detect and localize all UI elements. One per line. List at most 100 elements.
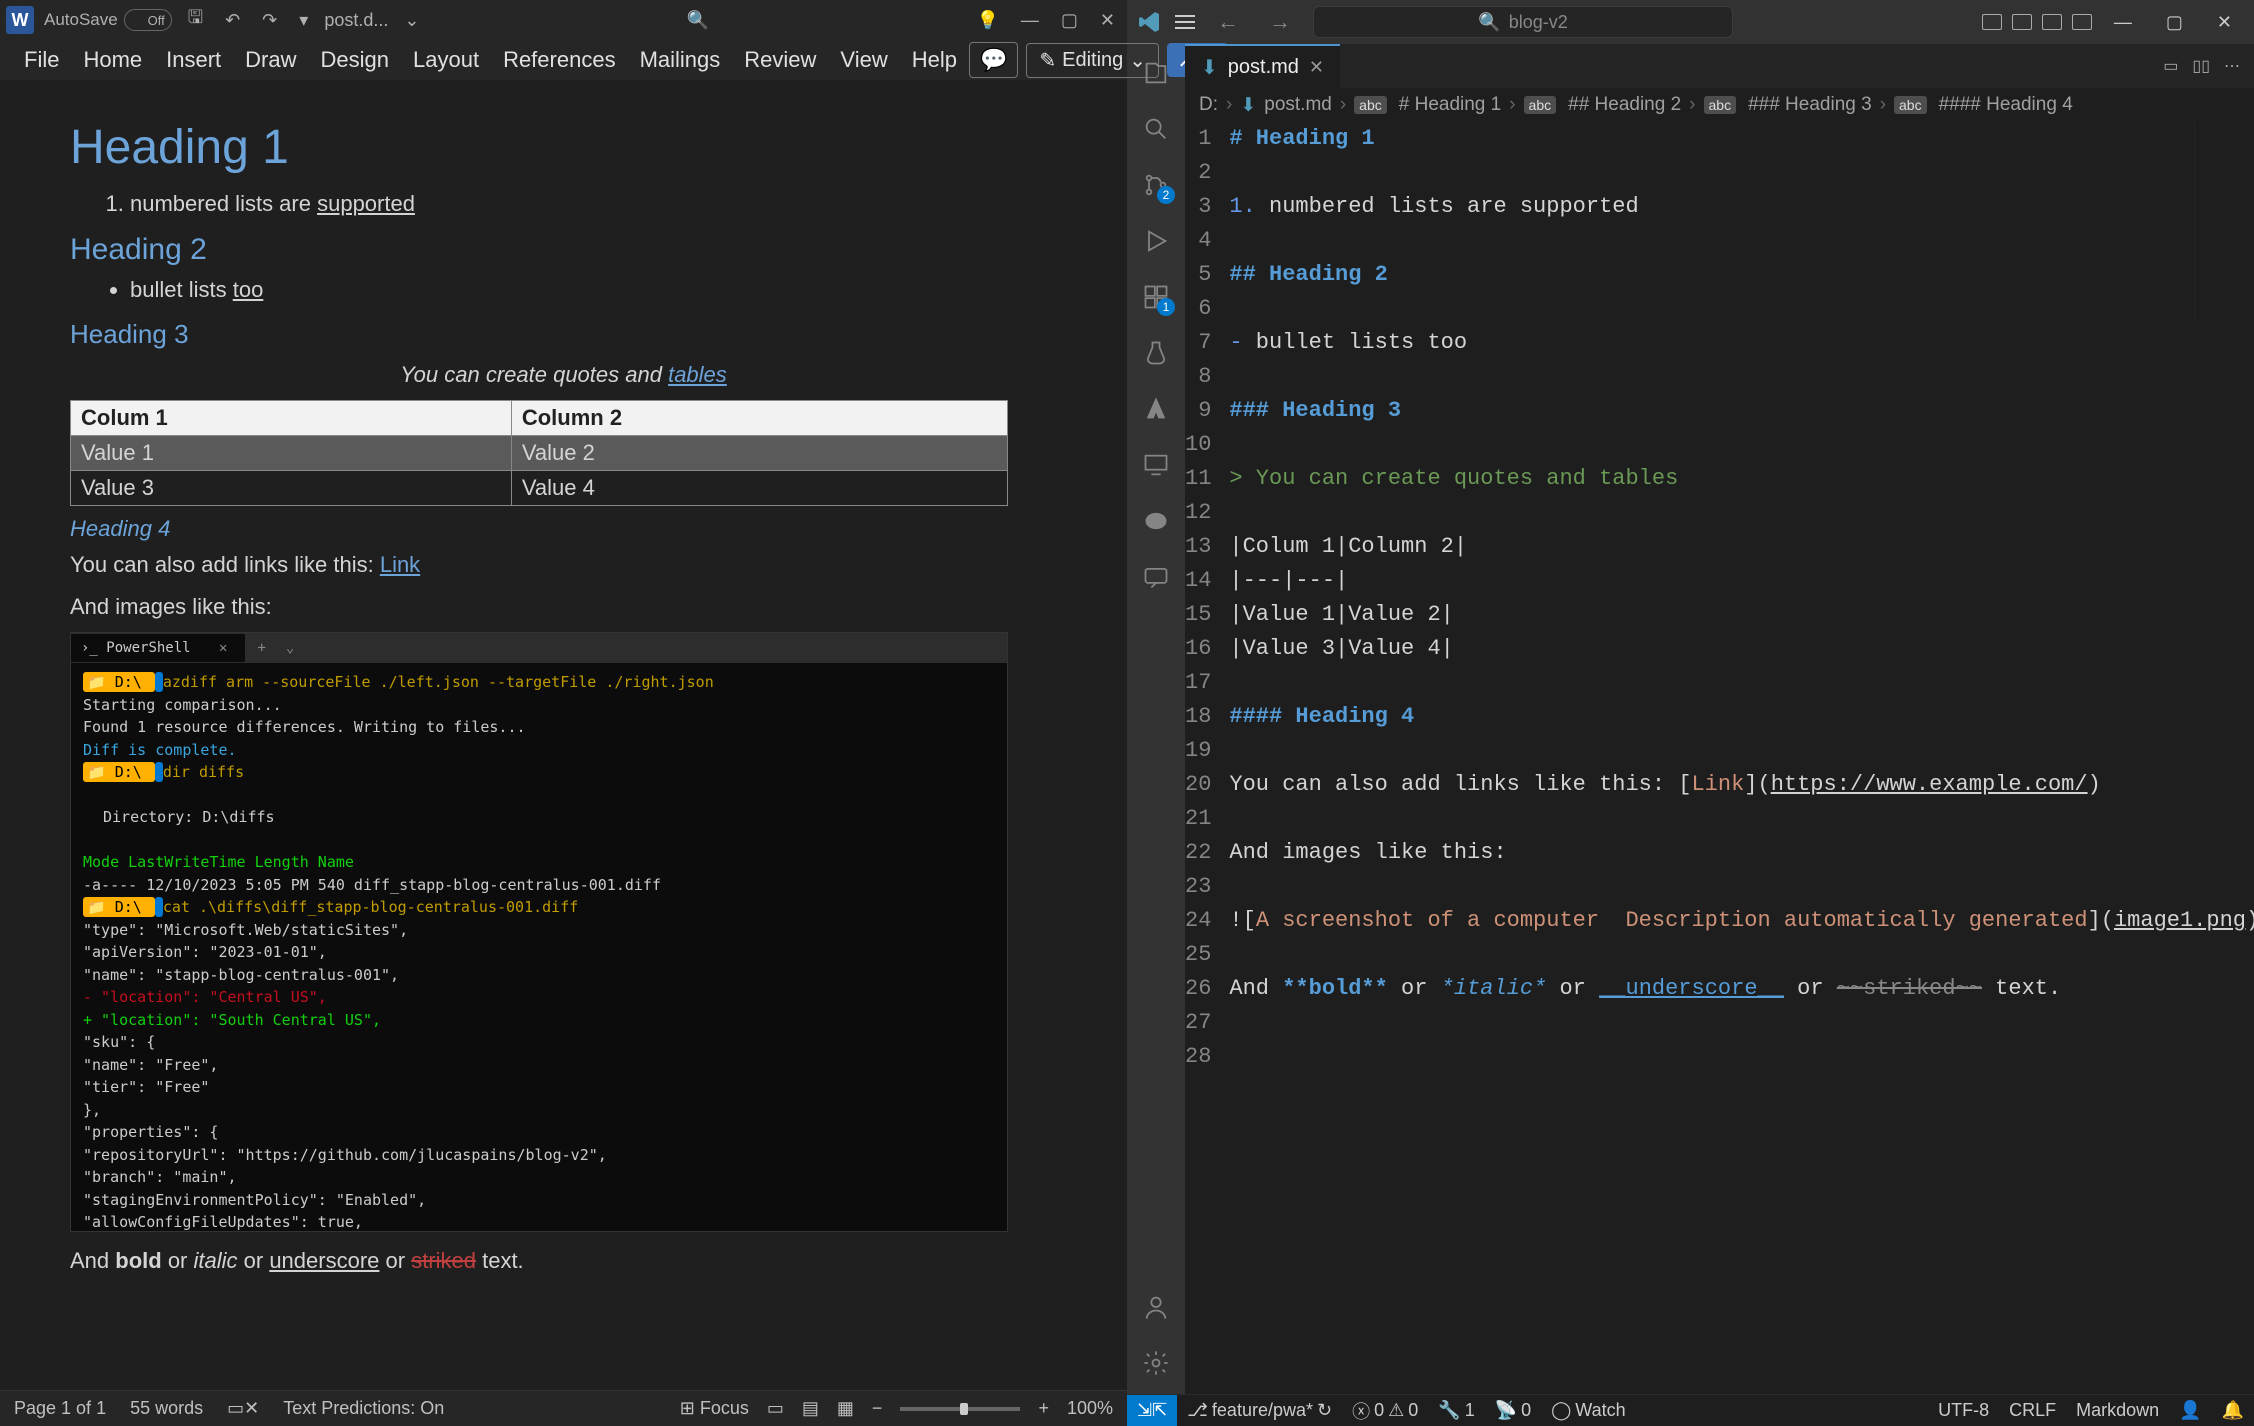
menu-file[interactable]: File xyxy=(12,41,71,79)
autosave-toggle[interactable]: AutoSave Off xyxy=(44,9,172,31)
customize-qat-icon[interactable]: ▾ xyxy=(293,8,314,33)
explorer-icon[interactable] xyxy=(1139,56,1173,90)
source-control-icon[interactable]: 2 xyxy=(1139,168,1173,202)
accounts-icon[interactable] xyxy=(1139,1290,1173,1324)
comments-button[interactable]: 💬 xyxy=(969,42,1018,78)
pencil-icon: ✎ xyxy=(1039,48,1056,73)
testing-icon[interactable] xyxy=(1139,336,1173,370)
editor-tab[interactable]: ⬇ post.md ✕ xyxy=(1185,44,1340,88)
command-center-search[interactable]: 🔍 blog-v2 xyxy=(1313,6,1733,38)
code-editor[interactable]: 1 2 3 4 5 6 7 8 9 10 11 12 13 14 15 16 1… xyxy=(1185,122,2254,1394)
sb-branch[interactable]: ⎇ feature/pwa* ↻ xyxy=(1177,1400,1342,1421)
editor-tabstrip: ⬇ post.md ✕ ▭ ▯▯ ⋯ xyxy=(1185,44,2254,88)
vscode-statusbar: ⇲⇱ ⎇ feature/pwa* ↻ ⓧ 0 ⚠ 0 🔧 1 📡 0 ◯ Wa… xyxy=(1127,1394,2254,1426)
autosave-pill[interactable]: Off xyxy=(124,9,172,31)
split-preview-icon[interactable]: ▭ xyxy=(2163,56,2178,76)
doc-heading-4: Heading 4 xyxy=(70,516,1057,542)
read-mode-icon[interactable]: ▭ xyxy=(767,1398,784,1419)
remote-explorer-icon[interactable] xyxy=(1139,448,1173,482)
menu-help[interactable]: Help xyxy=(900,41,969,79)
extensions-icon[interactable]: 1 xyxy=(1139,280,1173,314)
sb-radio[interactable]: 📡 0 xyxy=(1485,1400,1541,1421)
sb-predictions[interactable]: Text Predictions: On xyxy=(283,1398,444,1419)
minimize-button[interactable]: — xyxy=(1015,8,1045,33)
chat-icon[interactable] xyxy=(1139,560,1173,594)
remote-indicator[interactable]: ⇲⇱ xyxy=(1127,1395,1177,1426)
menu-insert[interactable]: Insert xyxy=(154,41,233,79)
lightbulb-icon[interactable]: 💡 xyxy=(970,8,1004,33)
sb-feedback-icon[interactable]: 👤 xyxy=(2169,1400,2211,1421)
word-statusbar: Page 1 of 1 55 words ▭✕ Text Predictions… xyxy=(0,1390,1127,1426)
sb-watch[interactable]: ◯ Watch xyxy=(1541,1400,1636,1421)
new-tab-button: + xyxy=(245,640,277,656)
menu-references[interactable]: References xyxy=(491,41,628,79)
save-icon[interactable]: 🖫 xyxy=(182,3,209,37)
more-actions-icon[interactable]: ⋯ xyxy=(2224,56,2240,76)
markdown-file-icon: ⬇ xyxy=(1240,94,1256,117)
run-debug-icon[interactable] xyxy=(1139,224,1173,258)
close-button[interactable]: ✕ xyxy=(2205,6,2244,39)
sb-zoom[interactable]: 100% xyxy=(1067,1398,1113,1419)
zoom-slider[interactable] xyxy=(900,1407,1020,1411)
minimap[interactable] xyxy=(2194,122,2254,322)
spellcheck-icon[interactable]: ▭✕ xyxy=(227,1398,259,1419)
search-icon[interactable] xyxy=(1139,112,1173,146)
menu-view[interactable]: View xyxy=(828,41,899,79)
word-document[interactable]: Heading 1 numbered lists are supported H… xyxy=(0,80,1127,1390)
sb-words[interactable]: 55 words xyxy=(130,1398,203,1419)
layout-panel-icon[interactable] xyxy=(2012,14,2032,30)
azure-icon[interactable] xyxy=(1139,392,1173,426)
undo-icon[interactable]: ↶ xyxy=(219,8,246,33)
nav-forward-button[interactable]: → xyxy=(1261,5,1299,39)
doc-link[interactable]: Link xyxy=(380,552,420,577)
split-editor-icon[interactable]: ▯▯ xyxy=(2192,56,2210,76)
copilot-icon[interactable] xyxy=(1139,504,1173,538)
redo-icon[interactable]: ↷ xyxy=(256,8,283,33)
table-row: Value 1 Value 2 xyxy=(71,436,1008,471)
nav-back-button[interactable]: ← xyxy=(1209,5,1247,39)
zoom-out-button[interactable]: − xyxy=(872,1398,883,1419)
menu-draw[interactable]: Draw xyxy=(233,41,308,79)
layout-customize-icon[interactable] xyxy=(2072,14,2092,30)
sb-page[interactable]: Page 1 of 1 xyxy=(14,1398,106,1419)
sb-language[interactable]: Markdown xyxy=(2066,1400,2169,1421)
doc-heading-2: Heading 2 xyxy=(70,233,1057,267)
menu-layout[interactable]: Layout xyxy=(401,41,491,79)
menu-mailings[interactable]: Mailings xyxy=(628,41,733,79)
layout-primary-sidebar-icon[interactable] xyxy=(1982,14,2002,30)
word-app-icon: W xyxy=(6,6,34,34)
sb-notifications-icon[interactable]: 🔔 xyxy=(2212,1400,2254,1421)
breadcrumb[interactable]: D:› ⬇ post.md› abc# Heading 1› abc## Hea… xyxy=(1185,88,2254,122)
filename-chevron-icon[interactable]: ⌄ xyxy=(398,8,425,33)
print-layout-icon[interactable]: ▤ xyxy=(802,1398,819,1419)
line-number-gutter: 1 2 3 4 5 6 7 8 9 10 11 12 13 14 15 16 1… xyxy=(1185,122,1229,1394)
menu-review[interactable]: Review xyxy=(732,41,828,79)
search-icon[interactable]: 🔍 xyxy=(681,8,715,33)
code-content[interactable]: # Heading 1 1. numbered lists are suppor… xyxy=(1229,122,2254,1394)
sb-encoding[interactable]: UTF-8 xyxy=(1928,1400,1999,1421)
restore-button[interactable]: ▢ xyxy=(2154,6,2195,39)
close-icon[interactable]: ✕ xyxy=(1309,57,1324,78)
menu-home[interactable]: Home xyxy=(71,41,154,79)
settings-gear-icon[interactable] xyxy=(1139,1346,1173,1380)
doc-heading-3: Heading 3 xyxy=(70,319,1057,350)
layout-secondary-sidebar-icon[interactable] xyxy=(2042,14,2062,30)
sb-eol[interactable]: CRLF xyxy=(1999,1400,2066,1421)
minimize-button[interactable]: — xyxy=(2102,6,2144,39)
sb-focus[interactable]: ⊞ Focus xyxy=(680,1398,749,1419)
doc-ul-item: bullet lists too xyxy=(130,277,1057,303)
table-row: Value 3 Value 4 xyxy=(71,471,1008,506)
sb-problems[interactable]: ⓧ 0 ⚠ 0 xyxy=(1342,1398,1428,1424)
hamburger-menu-icon[interactable] xyxy=(1175,15,1195,29)
close-button[interactable]: ✕ xyxy=(1094,8,1121,33)
symbol-icon: abc xyxy=(1524,96,1557,114)
document-filename[interactable]: post.d... xyxy=(324,10,388,31)
web-layout-icon[interactable]: ▦ xyxy=(837,1398,854,1419)
restore-button[interactable]: ▢ xyxy=(1055,8,1084,33)
zoom-in-button[interactable]: + xyxy=(1038,1398,1049,1419)
word-ribbon-tabs: File Home Insert Draw Design Layout Refe… xyxy=(0,40,1127,80)
sb-ports[interactable]: 🔧 1 xyxy=(1428,1400,1484,1421)
symbol-icon: abc xyxy=(1354,96,1387,114)
menu-design[interactable]: Design xyxy=(309,41,401,79)
doc-link-line: You can also add links like this: Link xyxy=(70,552,1057,578)
